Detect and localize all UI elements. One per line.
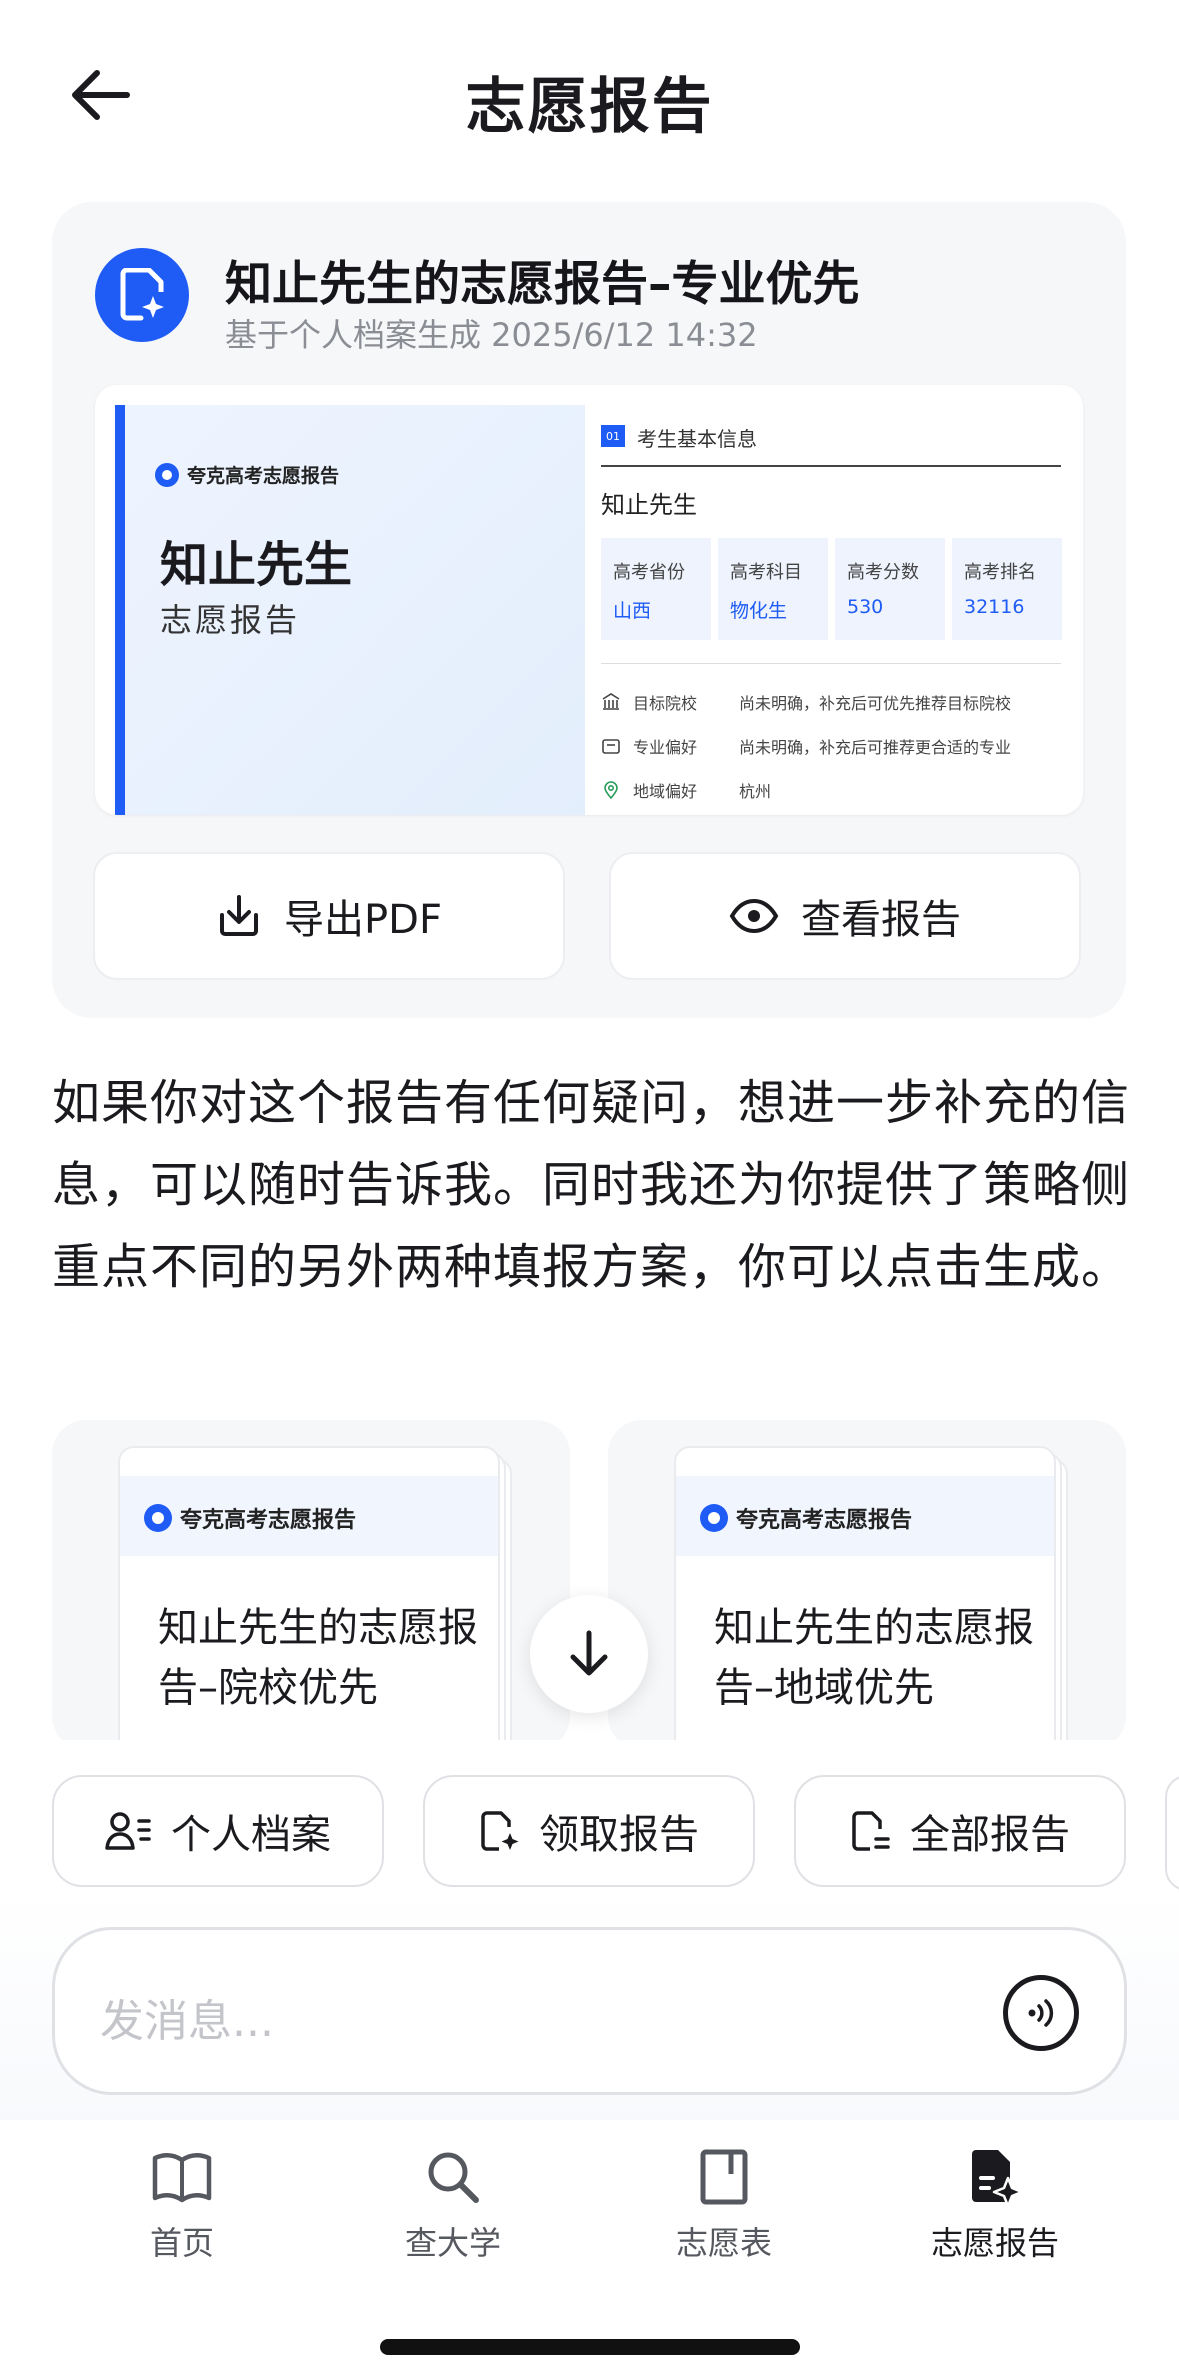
pref-value: 尚未明确，补充后可推荐更合适的专业 (739, 738, 1012, 757)
chip-profile[interactable]: 个人档案 (52, 1775, 384, 1887)
page-title: 志愿报告 (465, 72, 714, 142)
pref-target-school: 目标院校 尚未明确，补充后可优先推荐目标院校 (601, 690, 1011, 714)
document-icon (700, 2149, 748, 2205)
tab-search-university[interactable]: 查大学 (333, 2148, 573, 2264)
bank-icon (601, 692, 621, 712)
arrow-down-icon (570, 1630, 608, 1676)
preview-sub: 志愿报告 (160, 601, 301, 639)
quark-logo-icon (144, 1504, 172, 1532)
brand-label: 夸克高考志愿报告 (736, 1508, 913, 1533)
export-pdf-label: 导出PDF (284, 897, 442, 943)
view-report-label: 查看报告 (801, 897, 961, 943)
book-icon (152, 2153, 212, 2203)
tab-report[interactable]: 志愿报告 (875, 2148, 1115, 2264)
chip-claim-report[interactable]: 领取报告 (423, 1775, 755, 1887)
profile-icon (105, 1812, 151, 1850)
view-report-button[interactable]: 查看报告 (609, 852, 1081, 980)
claim-report-icon (481, 1811, 519, 1851)
pref-label: 专业偏好 (633, 738, 698, 757)
pref-label: 目标院校 (633, 694, 698, 713)
info-value: 山西 (613, 600, 652, 622)
pref-major: 专业偏好 尚未明确，补充后可推荐更合适的专业 (601, 734, 1011, 758)
brand-label: 夸克高考志愿报告 (180, 1508, 357, 1533)
alt-plan-card-region[interactable]: 夸克高考志愿报告 知止先生的志愿报告–地域优先 (608, 1420, 1126, 1750)
chip-label: 个人档案 (171, 1812, 331, 1858)
info-label: 高考省份 (613, 562, 685, 583)
brand-label: 夸克高考志愿报告 (187, 465, 340, 487)
info-value: 物化生 (730, 600, 788, 622)
pref-value: 杭州 (739, 782, 772, 801)
tab-label: 首页 (149, 2224, 214, 2262)
alt-plan-title: 知止先生的志愿报告–地域优先 (714, 1605, 1034, 1711)
tab-label: 志愿报告 (930, 2224, 1059, 2262)
voice-wave-icon (1028, 1999, 1054, 2027)
info-label: 高考排名 (964, 562, 1036, 583)
export-pdf-button[interactable]: 导出PDF (93, 852, 565, 980)
pref-value: 尚未明确，补充后可优先推荐目标院校 (739, 694, 1012, 713)
alt-plan-paper: 夸克高考志愿报告 知止先生的志愿报告–院校优先 (118, 1446, 500, 1750)
tab-label: 查大学 (404, 2224, 501, 2262)
search-icon (428, 2152, 479, 2203)
alt-brand: 夸克高考志愿报告 (144, 1502, 356, 1534)
pref-label: 地域偏好 (633, 782, 698, 801)
tab-application-form[interactable]: 志愿表 (604, 2148, 844, 2264)
info-subjects: 高考科目 物化生 (718, 538, 828, 640)
info-value: 530 (847, 596, 884, 618)
assistant-message: 如果你对这个报告有任何疑问，想进一步补充的信息，可以随时告诉我。同时我还为你提供… (52, 1075, 1131, 1295)
info-value: 32116 (964, 596, 1025, 618)
info-province: 高考省份 山西 (601, 538, 711, 640)
chip-all-reports[interactable]: 全部报告 (794, 1775, 1126, 1887)
location-icon (601, 780, 621, 800)
preview-divider (601, 663, 1061, 664)
message-placeholder: 发消息... (100, 1996, 274, 2047)
report-subtitle: 基于个人档案生成 2025/6/12 14:32 (225, 316, 758, 354)
alt-brand: 夸克高考志愿报告 (700, 1502, 912, 1534)
home-indicator (380, 2339, 800, 2355)
chip-more[interactable] (1165, 1775, 1179, 1891)
report-icon (120, 268, 164, 321)
info-label: 高考科目 (730, 562, 802, 583)
quark-logo-icon (155, 462, 179, 487)
info-score: 高考分数 530 (835, 538, 945, 640)
all-reports-icon (852, 1811, 890, 1851)
download-icon (220, 895, 259, 936)
alt-plan-paper: 夸克高考志愿报告 知止先生的志愿报告–地域优先 (674, 1446, 1056, 1750)
info-rank: 高考排名 32116 (952, 538, 1062, 640)
scroll-down-button[interactable] (530, 1595, 648, 1713)
section-title: 考生基本信息 (637, 427, 757, 451)
report-title: 知止先生的志愿报告–专业优先 (225, 257, 860, 312)
chip-label: 领取报告 (539, 1812, 699, 1858)
tab-home[interactable]: 首页 (62, 2148, 302, 2264)
voice-button[interactable] (1003, 1975, 1079, 2051)
alt-plan-card-school[interactable]: 夸克高考志愿报告 知止先生的志愿报告–院校优先 (52, 1420, 570, 1750)
report-preview[interactable]: 夸克高考志愿报告 知止先生 志愿报告 01 考生基本信息 知止先生 高考省份 山… (95, 385, 1083, 815)
section-number: 01 (601, 425, 625, 447)
eye-icon (729, 898, 779, 934)
candidate-name: 知止先生 (601, 491, 697, 519)
alt-plan-title: 知止先生的志愿报告–院校优先 (158, 1605, 478, 1711)
folder-icon (601, 736, 621, 756)
pref-region: 地域偏好 杭州 (601, 778, 771, 802)
report-icon (972, 2150, 1024, 2206)
section-divider (601, 465, 1061, 467)
report-avatar (95, 248, 189, 342)
quark-logo-icon (700, 1504, 728, 1532)
preview-brand: 夸克高考志愿报告 (155, 461, 339, 488)
tab-label: 志愿表 (675, 2224, 772, 2262)
preview-name: 知止先生 (160, 537, 353, 593)
chip-label: 全部报告 (910, 1812, 1070, 1858)
info-label: 高考分数 (847, 562, 919, 583)
